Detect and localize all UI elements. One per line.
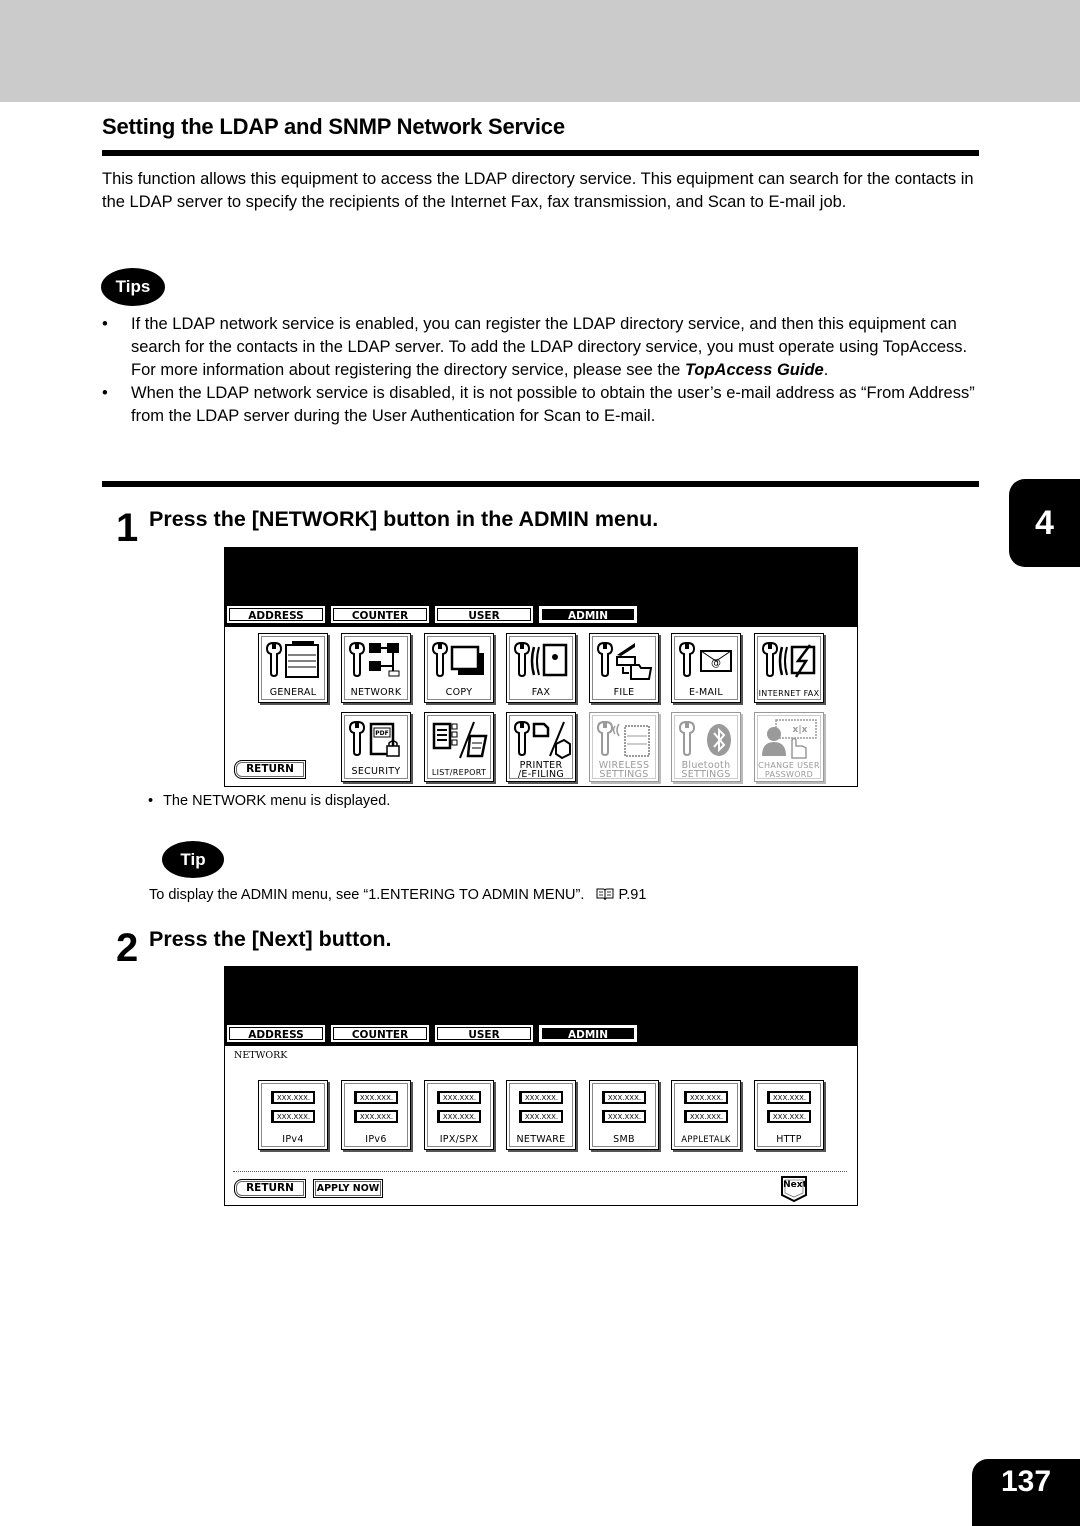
admin-button-fax[interactable]: FAX — [506, 633, 576, 703]
network-button-ipv4[interactable]: XXX.XXX. XXX.XXX. IPv4 — [258, 1080, 328, 1150]
admin-button-list-report[interactable]: LIST/REPORT — [424, 712, 494, 782]
button-label: LIST/REPORT — [431, 768, 487, 777]
tip-text-main: If the LDAP network service is enabled, … — [131, 315, 968, 379]
tab-admin[interactable]: ADMIN — [538, 1024, 638, 1043]
step-1-instruction: Press the [NETWORK] button in the ADMIN … — [149, 507, 659, 531]
chapter-tab: 4 — [1009, 479, 1080, 567]
step-rule — [102, 481, 979, 487]
bullet-dot: • — [102, 384, 108, 402]
book-icon — [596, 887, 614, 905]
network-button-ipx-spx[interactable]: XXX.XXX. XXX.XXX. IPX/SPX — [424, 1080, 494, 1150]
tip-note: To display the ADMIN menu, see “1.ENTERI… — [149, 887, 646, 905]
tab-counter[interactable]: COUNTER — [330, 1024, 430, 1043]
tips-list: • If the LDAP network service is enabled… — [102, 313, 977, 428]
return-button[interactable]: RETURN — [234, 1179, 306, 1198]
button-label: NETWORK — [350, 687, 402, 698]
button-label: FILE — [613, 687, 635, 698]
button-label: CHANGE USER PASSWORD — [758, 761, 820, 779]
return-button[interactable]: RETURN — [234, 760, 306, 779]
tip-text: To display the ADMIN menu, see “1.ENTERI… — [149, 887, 585, 903]
button-label: INTERNET FAX — [758, 689, 820, 698]
header-band — [0, 0, 1080, 102]
button-label: PRINTER/E-FILING — [517, 760, 565, 780]
network-menu-screen: ADDRESS COUNTER USER ADMIN NETWORK XXX.X… — [224, 966, 858, 1206]
network-button-netware[interactable]: XXX.XXX. XXX.XXX. NETWARE — [506, 1080, 576, 1150]
admin-menu-screen: ADDRESS COUNTER USER ADMIN GENERAL NETWOR… — [224, 547, 858, 787]
button-label: E-MAIL — [688, 687, 724, 698]
breadcrumb: NETWORK — [234, 1050, 288, 1061]
button-label: NETWARE — [516, 1134, 566, 1145]
step-2-number: 2 — [116, 926, 139, 970]
admin-button-network[interactable]: NETWORK — [341, 633, 411, 703]
next-label: Next — [783, 1180, 807, 1190]
admin-button-change-user-password: x|x CHANGE USER PASSWORD — [754, 712, 824, 782]
bullet-dot: • — [102, 315, 108, 333]
tips-badge: Tips — [101, 268, 165, 306]
apply-now-button[interactable]: APPLY NOW — [313, 1179, 383, 1198]
guide-reference: TopAccess Guide — [684, 361, 824, 379]
page-reference-link[interactable]: P.91 — [618, 887, 646, 903]
tab-user[interactable]: USER — [434, 605, 534, 624]
admin-button-printer-e-filing[interactable]: PRINTER/E-FILING — [506, 712, 576, 782]
page-number: 137 — [972, 1459, 1080, 1526]
button-label: APPLETALK — [681, 1135, 731, 1145]
divider — [233, 1171, 847, 1172]
menu-tabs: ADDRESS COUNTER USER ADMIN — [226, 605, 643, 624]
network-button-appletalk[interactable]: XXX.XXX. XXX.XXX. APPLETALK — [671, 1080, 741, 1150]
tab-address[interactable]: ADDRESS — [226, 1024, 326, 1043]
step-2-instruction: Press the [Next] button. — [149, 927, 392, 951]
svg-text:x|x: x|x — [793, 725, 808, 735]
menu-tabs: ADDRESS COUNTER USER ADMIN — [226, 1024, 643, 1043]
next-button[interactable]: Next — [780, 1175, 810, 1203]
admin-button-e-mail[interactable]: @ E-MAIL — [671, 633, 741, 703]
button-label: GENERAL — [269, 687, 317, 698]
section-rule — [102, 150, 979, 156]
bullet-dot: • — [148, 793, 154, 809]
network-button-http[interactable]: XXX.XXX. XXX.XXX. HTTP — [754, 1080, 824, 1150]
button-label: SECURITY — [351, 766, 401, 777]
tip-item: • When the LDAP network service is disab… — [102, 382, 977, 428]
button-label: FAX — [531, 687, 551, 698]
result-text: The NETWORK menu is displayed. — [163, 793, 391, 809]
button-label: Bluetooth SETTINGS — [681, 760, 731, 780]
button-label: HTTP — [776, 1134, 802, 1145]
button-label: WIRELESS SETTINGS — [598, 760, 650, 780]
tab-user[interactable]: USER — [434, 1024, 534, 1043]
tab-admin[interactable]: ADMIN — [538, 605, 638, 624]
tab-address[interactable]: ADDRESS — [226, 605, 326, 624]
step-1-result: • The NETWORK menu is displayed. — [148, 793, 390, 809]
intro-paragraph: This function allows this equipment to a… — [102, 170, 974, 211]
section-title: Setting the LDAP and SNMP Network Servic… — [102, 114, 565, 139]
admin-button-bluetooth-settings: Bluetooth SETTINGS — [671, 712, 741, 782]
svg-text:@: @ — [711, 658, 721, 669]
network-button-ipv6[interactable]: XXX.XXX. XXX.XXX. IPv6 — [341, 1080, 411, 1150]
svg-text:PDF: PDF — [375, 730, 388, 737]
button-label: SMB — [613, 1134, 635, 1145]
admin-button-general[interactable]: GENERAL — [258, 633, 328, 703]
step-1-number: 1 — [116, 506, 139, 550]
tip-text: When the LDAP network service is disable… — [131, 384, 975, 425]
admin-button-file[interactable]: FILE — [589, 633, 659, 703]
tip-item: • If the LDAP network service is enabled… — [102, 313, 977, 382]
tip-text-end: . — [823, 361, 829, 379]
button-label: COPY — [445, 687, 473, 698]
admin-button-copy[interactable]: COPY — [424, 633, 494, 703]
button-label: IPX/SPX — [439, 1134, 479, 1145]
admin-button-security[interactable]: PDF SECURITY — [341, 712, 411, 782]
button-label: IPv4 — [282, 1134, 304, 1145]
admin-button-internet-fax[interactable]: INTERNET FAX — [754, 633, 824, 703]
admin-button-wireless-settings: WIRELESS SETTINGS — [589, 712, 659, 782]
button-label: IPv6 — [365, 1134, 387, 1145]
tip-badge: Tip — [162, 841, 224, 878]
tip-text: If the LDAP network service is enabled, … — [131, 313, 977, 382]
tab-counter[interactable]: COUNTER — [330, 605, 430, 624]
network-button-smb[interactable]: XXX.XXX. XXX.XXX. SMB — [589, 1080, 659, 1150]
